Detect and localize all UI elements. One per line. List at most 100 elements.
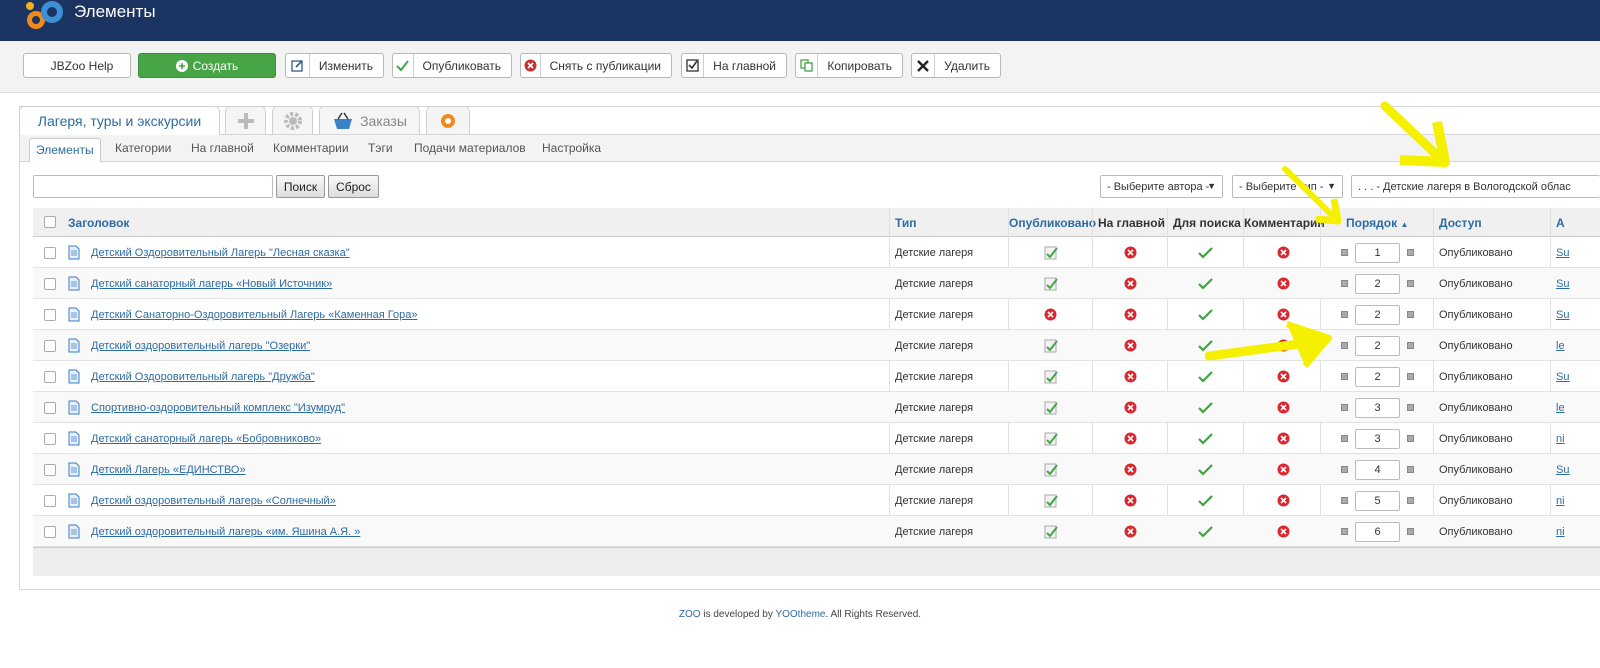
subtab-submissions[interactable]: Подачи материалов [414, 141, 526, 155]
row-checkbox[interactable] [44, 370, 56, 383]
author-link[interactable]: Su [1556, 309, 1569, 321]
order-up-icon[interactable] [1341, 528, 1348, 535]
published-icon[interactable] [1044, 454, 1058, 485]
create-button[interactable]: Создать [138, 53, 276, 78]
searchable-check-icon[interactable] [1198, 516, 1213, 547]
row-checkbox[interactable] [44, 463, 56, 476]
order-input[interactable]: 2 [1355, 366, 1400, 387]
author-link[interactable]: Su [1556, 247, 1569, 259]
frontpage-off-icon[interactable] [1124, 299, 1137, 330]
order-down-icon[interactable] [1407, 249, 1414, 256]
published-icon[interactable] [1044, 485, 1058, 516]
published-icon[interactable] [1044, 516, 1058, 547]
app-tab-orders[interactable]: Заказы [319, 106, 420, 134]
searchable-check-icon[interactable] [1198, 423, 1213, 454]
subtab-frontpage[interactable]: На главной [191, 141, 254, 155]
app-tab-config[interactable] [272, 106, 313, 134]
row-checkbox[interactable] [44, 401, 56, 414]
app-tab-extra[interactable] [426, 106, 470, 134]
order-down-icon[interactable] [1407, 280, 1414, 287]
column-order[interactable]: Порядок ▲ [1346, 216, 1408, 230]
jbzoo-help-button[interactable]: JBZoo Help [23, 53, 131, 78]
comments-off-icon[interactable] [1277, 237, 1290, 268]
subtab-config[interactable]: Настройка [542, 141, 601, 155]
search-input[interactable] [33, 175, 273, 198]
order-input[interactable]: 6 [1355, 521, 1400, 542]
searchable-check-icon[interactable] [1198, 454, 1213, 485]
edit-button[interactable]: Изменить [285, 53, 384, 78]
zoo-link[interactable]: ZOO [679, 609, 701, 620]
row-checkbox[interactable] [44, 277, 56, 290]
subtab-tags[interactable]: Тэги [368, 141, 393, 155]
yootheme-link[interactable]: YOOtheme [775, 609, 825, 620]
item-title-link[interactable]: Детский Санаторно-Оздоровительный Лагерь… [91, 309, 417, 321]
frontpage-off-icon[interactable] [1124, 237, 1137, 268]
published-icon[interactable] [1044, 361, 1058, 392]
searchable-check-icon[interactable] [1198, 268, 1213, 299]
row-checkbox[interactable] [44, 339, 56, 352]
frontpage-off-icon[interactable] [1124, 361, 1137, 392]
order-input[interactable]: 3 [1355, 428, 1400, 449]
author-link[interactable]: ni [1556, 433, 1565, 445]
copy-button[interactable]: Копировать [795, 53, 903, 78]
author-link[interactable]: Su [1556, 278, 1569, 290]
item-title-link[interactable]: Детский Оздоровительный лагерь "Дружба" [91, 371, 315, 383]
column-type[interactable]: Тип [895, 216, 917, 230]
author-link[interactable]: ni [1556, 526, 1565, 538]
order-down-icon[interactable] [1407, 528, 1414, 535]
searchable-check-icon[interactable] [1198, 485, 1213, 516]
item-title-link[interactable]: Спортивно-оздоровительный комплекс "Изум… [91, 402, 345, 414]
author-link[interactable]: le [1556, 340, 1565, 352]
published-icon[interactable] [1044, 392, 1058, 423]
column-title[interactable]: Заголовок [68, 216, 129, 230]
comments-off-icon[interactable] [1277, 423, 1290, 454]
order-up-icon[interactable] [1341, 342, 1348, 349]
select-all-checkbox[interactable] [44, 216, 56, 228]
frontpage-button[interactable]: На главной [681, 53, 787, 78]
order-input[interactable]: 2 [1355, 273, 1400, 294]
frontpage-off-icon[interactable] [1124, 485, 1137, 516]
category-select[interactable]: . . . - Детские лагеря в Вологодской обл… [1351, 175, 1600, 198]
app-tab-add[interactable] [225, 106, 266, 134]
comments-off-icon[interactable] [1277, 392, 1290, 423]
author-link[interactable]: Su [1556, 371, 1569, 383]
order-up-icon[interactable] [1341, 280, 1348, 287]
author-select[interactable]: - Выберите автора - ▼ [1100, 175, 1223, 198]
order-input[interactable]: 2 [1355, 304, 1400, 325]
row-checkbox[interactable] [44, 525, 56, 538]
item-title-link[interactable]: Детский оздоровительный лагерь "Озерки" [91, 340, 310, 352]
order-down-icon[interactable] [1407, 311, 1414, 318]
order-up-icon[interactable] [1341, 497, 1348, 504]
order-up-icon[interactable] [1341, 435, 1348, 442]
order-up-icon[interactable] [1341, 249, 1348, 256]
unpublish-button[interactable]: Снять с публикации [520, 53, 672, 78]
order-down-icon[interactable] [1407, 497, 1414, 504]
row-checkbox[interactable] [44, 246, 56, 259]
frontpage-off-icon[interactable] [1124, 454, 1137, 485]
publish-button[interactable]: Опубликовать [392, 53, 512, 78]
search-button[interactable]: Поиск [276, 175, 325, 198]
published-icon[interactable] [1044, 423, 1058, 454]
order-input[interactable]: 5 [1355, 490, 1400, 511]
frontpage-off-icon[interactable] [1124, 268, 1137, 299]
subtab-comments[interactable]: Комментарии [273, 141, 349, 155]
order-input[interactable]: 1 [1355, 242, 1400, 263]
item-title-link[interactable]: Детский оздоровительный лагерь «им. Яшин… [91, 526, 360, 538]
delete-button[interactable]: Удалить [911, 53, 1001, 78]
author-link[interactable]: Su [1556, 464, 1569, 476]
app-tab-camps[interactable]: Лагеря, туры и экскурсии [19, 106, 220, 135]
order-input[interactable]: 3 [1355, 397, 1400, 418]
comments-off-icon[interactable] [1277, 516, 1290, 547]
comments-off-icon[interactable] [1277, 268, 1290, 299]
order-input[interactable]: 2 [1355, 335, 1400, 356]
frontpage-off-icon[interactable] [1124, 423, 1137, 454]
item-title-link[interactable]: Детский санаторный лагерь «Новый Источни… [91, 278, 332, 290]
order-up-icon[interactable] [1341, 311, 1348, 318]
order-down-icon[interactable] [1407, 435, 1414, 442]
order-up-icon[interactable] [1341, 466, 1348, 473]
published-icon[interactable] [1044, 237, 1058, 268]
frontpage-off-icon[interactable] [1124, 392, 1137, 423]
subtab-categories[interactable]: Категории [115, 141, 171, 155]
comments-off-icon[interactable] [1277, 485, 1290, 516]
item-title-link[interactable]: Детский санаторный лагерь «Бобровниково» [91, 433, 321, 445]
